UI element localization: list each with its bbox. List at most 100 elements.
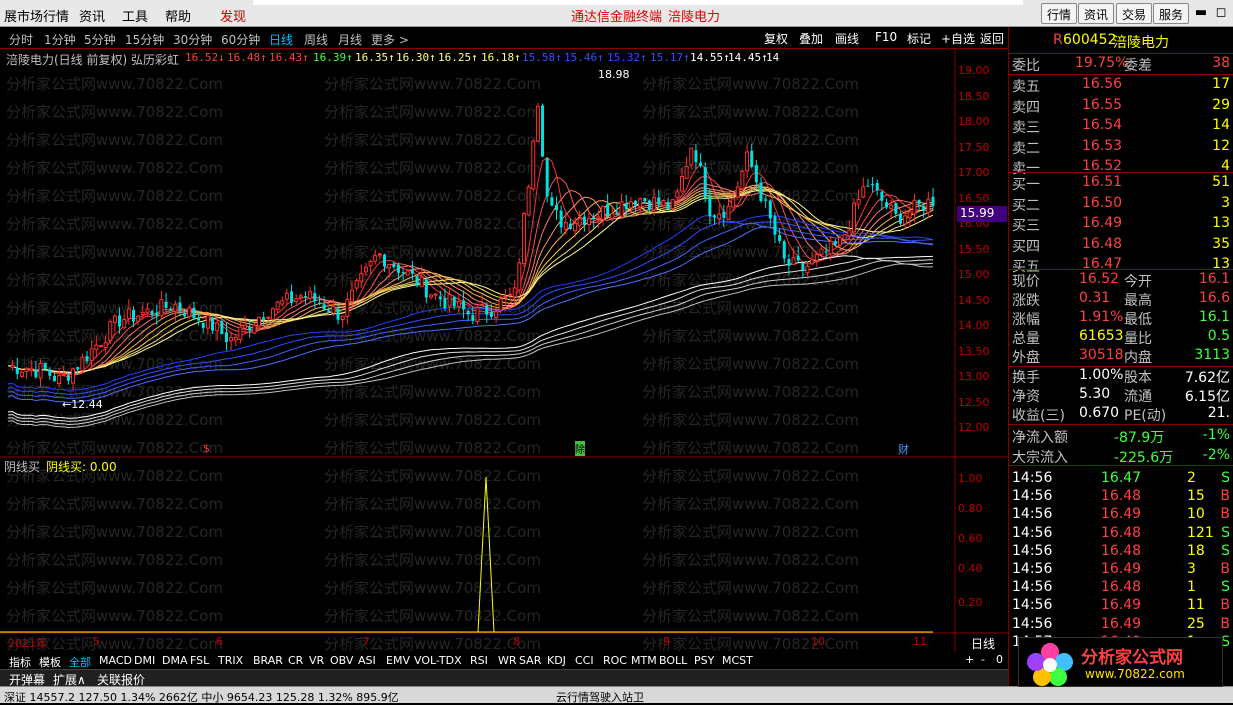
indicator-tab[interactable]: DMA <box>162 654 188 667</box>
period-5min[interactable]: 5分钟 <box>84 31 116 48</box>
period-60min[interactable]: 60分钟 <box>221 31 260 48</box>
finance-marker[interactable]: 财 <box>898 441 909 457</box>
button-add-favorite[interactable]: +自选 <box>941 30 975 47</box>
buy-level[interactable]: 买三 16.49 13 <box>1009 215 1233 234</box>
menu-discover[interactable]: 发现 <box>220 6 246 25</box>
zoom-in-button[interactable]: + <box>965 653 974 666</box>
button-trade[interactable]: 交易 <box>1116 3 1153 24</box>
zoom-reset-button[interactable]: 0 <box>996 653 1003 666</box>
tick-row[interactable]: 14:56 16.48 15 B <box>1009 488 1233 506</box>
indicator-tab[interactable]: BRAR <box>253 654 283 667</box>
period-monthly[interactable]: 月线 <box>338 31 362 48</box>
sell-level[interactable]: 卖四 16.55 29 <box>1009 97 1233 116</box>
buy-level[interactable]: 买一 16.51 51 <box>1009 174 1233 193</box>
sell-level[interactable]: 卖二 16.53 12 <box>1009 138 1233 157</box>
indicator-tab[interactable]: WR <box>498 654 517 667</box>
stat-row[interactable]: 现价 16.52 今开 16.1 <box>1009 271 1233 290</box>
indicator-tab[interactable]: VOL-TDX <box>414 654 462 667</box>
indicator-tab[interactable]: PSY <box>694 654 714 667</box>
button-draw[interactable]: 画线 <box>835 30 859 47</box>
period-timeshare[interactable]: 分时 <box>9 31 33 48</box>
indicator-tab[interactable]: 全部 <box>69 654 91 670</box>
indicator-tab[interactable]: MCST <box>722 654 753 667</box>
tick-row[interactable]: 14:56 16.48 18 S <box>1009 543 1233 561</box>
indicator-tab[interactable]: EMV <box>386 654 410 667</box>
period-30min[interactable]: 30分钟 <box>173 31 212 48</box>
tick-row[interactable]: 14:56 16.48 121 S <box>1009 525 1233 543</box>
tick-row[interactable]: 14:56 16.49 3 B <box>1009 561 1233 579</box>
indicator-tab[interactable]: ROC <box>603 654 627 667</box>
tick-row[interactable]: 14:56 16.49 11 B <box>1009 597 1233 615</box>
dividend-marker[interactable]: $ <box>203 442 210 455</box>
button-quote[interactable]: 行情 <box>1041 3 1078 24</box>
indicator-tab[interactable]: 指标 <box>9 654 31 670</box>
candle-body <box>359 273 364 282</box>
indicator-tab[interactable]: VR <box>309 654 324 667</box>
maximize-icon[interactable]: ◻ <box>1211 4 1231 23</box>
stat-row[interactable]: 涨幅 1.91% 最低 16.1 <box>1009 309 1233 328</box>
buy-level[interactable]: 买四 16.48 35 <box>1009 236 1233 255</box>
sell-level[interactable]: 卖三 16.54 14 <box>1009 117 1233 136</box>
candle-body <box>587 217 592 226</box>
stat-row[interactable]: 净资 5.30 流通 6.15亿 <box>1009 386 1233 405</box>
candle-body <box>392 263 396 268</box>
ex-rights-marker[interactable]: 除 <box>575 441 585 456</box>
watermark-text: 分析家公式网www.70822.Com <box>6 243 223 261</box>
stat-row[interactable]: 收益(三) 0.670 PE(动) 21. <box>1009 405 1233 424</box>
flow-row[interactable]: 净流入额 -87.9万 -1% <box>1009 427 1233 446</box>
tick-row[interactable]: 14:56 16.49 25 B <box>1009 616 1233 634</box>
indicator-tab[interactable]: MTM <box>631 654 657 667</box>
candle-body <box>828 240 833 255</box>
indicator-tab[interactable]: ASI <box>358 654 376 667</box>
sell-level[interactable]: 卖五 16.56 17 <box>1009 76 1233 95</box>
period-daily[interactable]: 日线 <box>269 31 293 48</box>
quote-header[interactable]: R 600452 涪陵电力 <box>1009 32 1233 51</box>
flow-row[interactable]: 大宗流入 -225.6万 -2% <box>1009 447 1233 466</box>
candle-body <box>345 299 350 317</box>
indicator-tab[interactable]: KDJ <box>547 654 566 667</box>
stat-value: 0.5 <box>1207 328 1230 344</box>
stat-row[interactable]: 换手 1.00% 股本 7.62亿 <box>1009 367 1233 386</box>
indicator-tab[interactable]: MACD <box>99 654 132 667</box>
menu-market[interactable]: 展市场行情 <box>4 6 69 25</box>
button-news[interactable]: 资讯 <box>1078 3 1115 24</box>
indicator-tab[interactable]: DMI <box>134 654 155 667</box>
button-service[interactable]: 服务 <box>1153 3 1190 24</box>
indicator-tab[interactable]: RSI <box>470 654 488 667</box>
indicator-tab[interactable]: CCI <box>575 654 594 667</box>
stat-row[interactable]: 涨跌 0.31 最高 16.6 <box>1009 290 1233 309</box>
stat-row[interactable]: 外盘 30518 内盘 3113 <box>1009 347 1233 366</box>
indicator-tab[interactable]: FSL <box>190 654 209 667</box>
indicator-tab[interactable]: BOLL <box>659 654 687 667</box>
tick-row[interactable]: 14:56 16.49 10 B <box>1009 506 1233 524</box>
menu-news[interactable]: 资讯 <box>79 6 105 25</box>
indicator-tab[interactable]: 模板 <box>39 654 61 670</box>
menu-help[interactable]: 帮助 <box>165 6 191 25</box>
tick-row[interactable]: 14:56 16.47 2 S <box>1009 470 1233 488</box>
indicator-tab[interactable]: TRIX <box>218 654 243 667</box>
button-back[interactable]: 返回 <box>980 30 1004 47</box>
button-adjust[interactable]: 复权 <box>764 30 788 47</box>
indicator-tab[interactable]: OBV <box>330 654 353 667</box>
period-15min[interactable]: 15分钟 <box>125 31 164 48</box>
indicator-tab[interactable]: CR <box>288 654 303 667</box>
period-1min[interactable]: 1分钟 <box>44 31 76 48</box>
stat-row[interactable]: 总量 61653 量比 0.5 <box>1009 328 1233 347</box>
kline-chart[interactable]: 分析家公式网www.70822.Com 分析家公式网www.70822.Com 分析… <box>0 49 1008 653</box>
tick-row[interactable]: 14:56 16.48 1 S <box>1009 579 1233 597</box>
indicator-tab[interactable]: SAR <box>519 654 541 667</box>
button-mark[interactable]: 标记 <box>907 30 931 47</box>
period-weekly[interactable]: 周线 <box>304 31 328 48</box>
zoom-out-button[interactable]: - <box>981 653 985 666</box>
ticker-strip <box>253 0 1023 5</box>
candle-body <box>145 308 150 313</box>
buy-level[interactable]: 买二 16.50 3 <box>1009 195 1233 214</box>
period-more[interactable]: 更多 > <box>371 31 409 48</box>
minimize-icon[interactable]: ▬ <box>1191 4 1211 23</box>
menu-tools[interactable]: 工具 <box>122 6 148 25</box>
button-f10[interactable]: F10 <box>875 30 897 44</box>
title-stock-name: 涪陵电力 <box>668 10 721 25</box>
weibi-row[interactable]: 委比 19.75% 委差 38 <box>1009 55 1233 74</box>
candle-body <box>647 200 651 210</box>
button-overlay[interactable]: 叠加 <box>799 30 823 47</box>
